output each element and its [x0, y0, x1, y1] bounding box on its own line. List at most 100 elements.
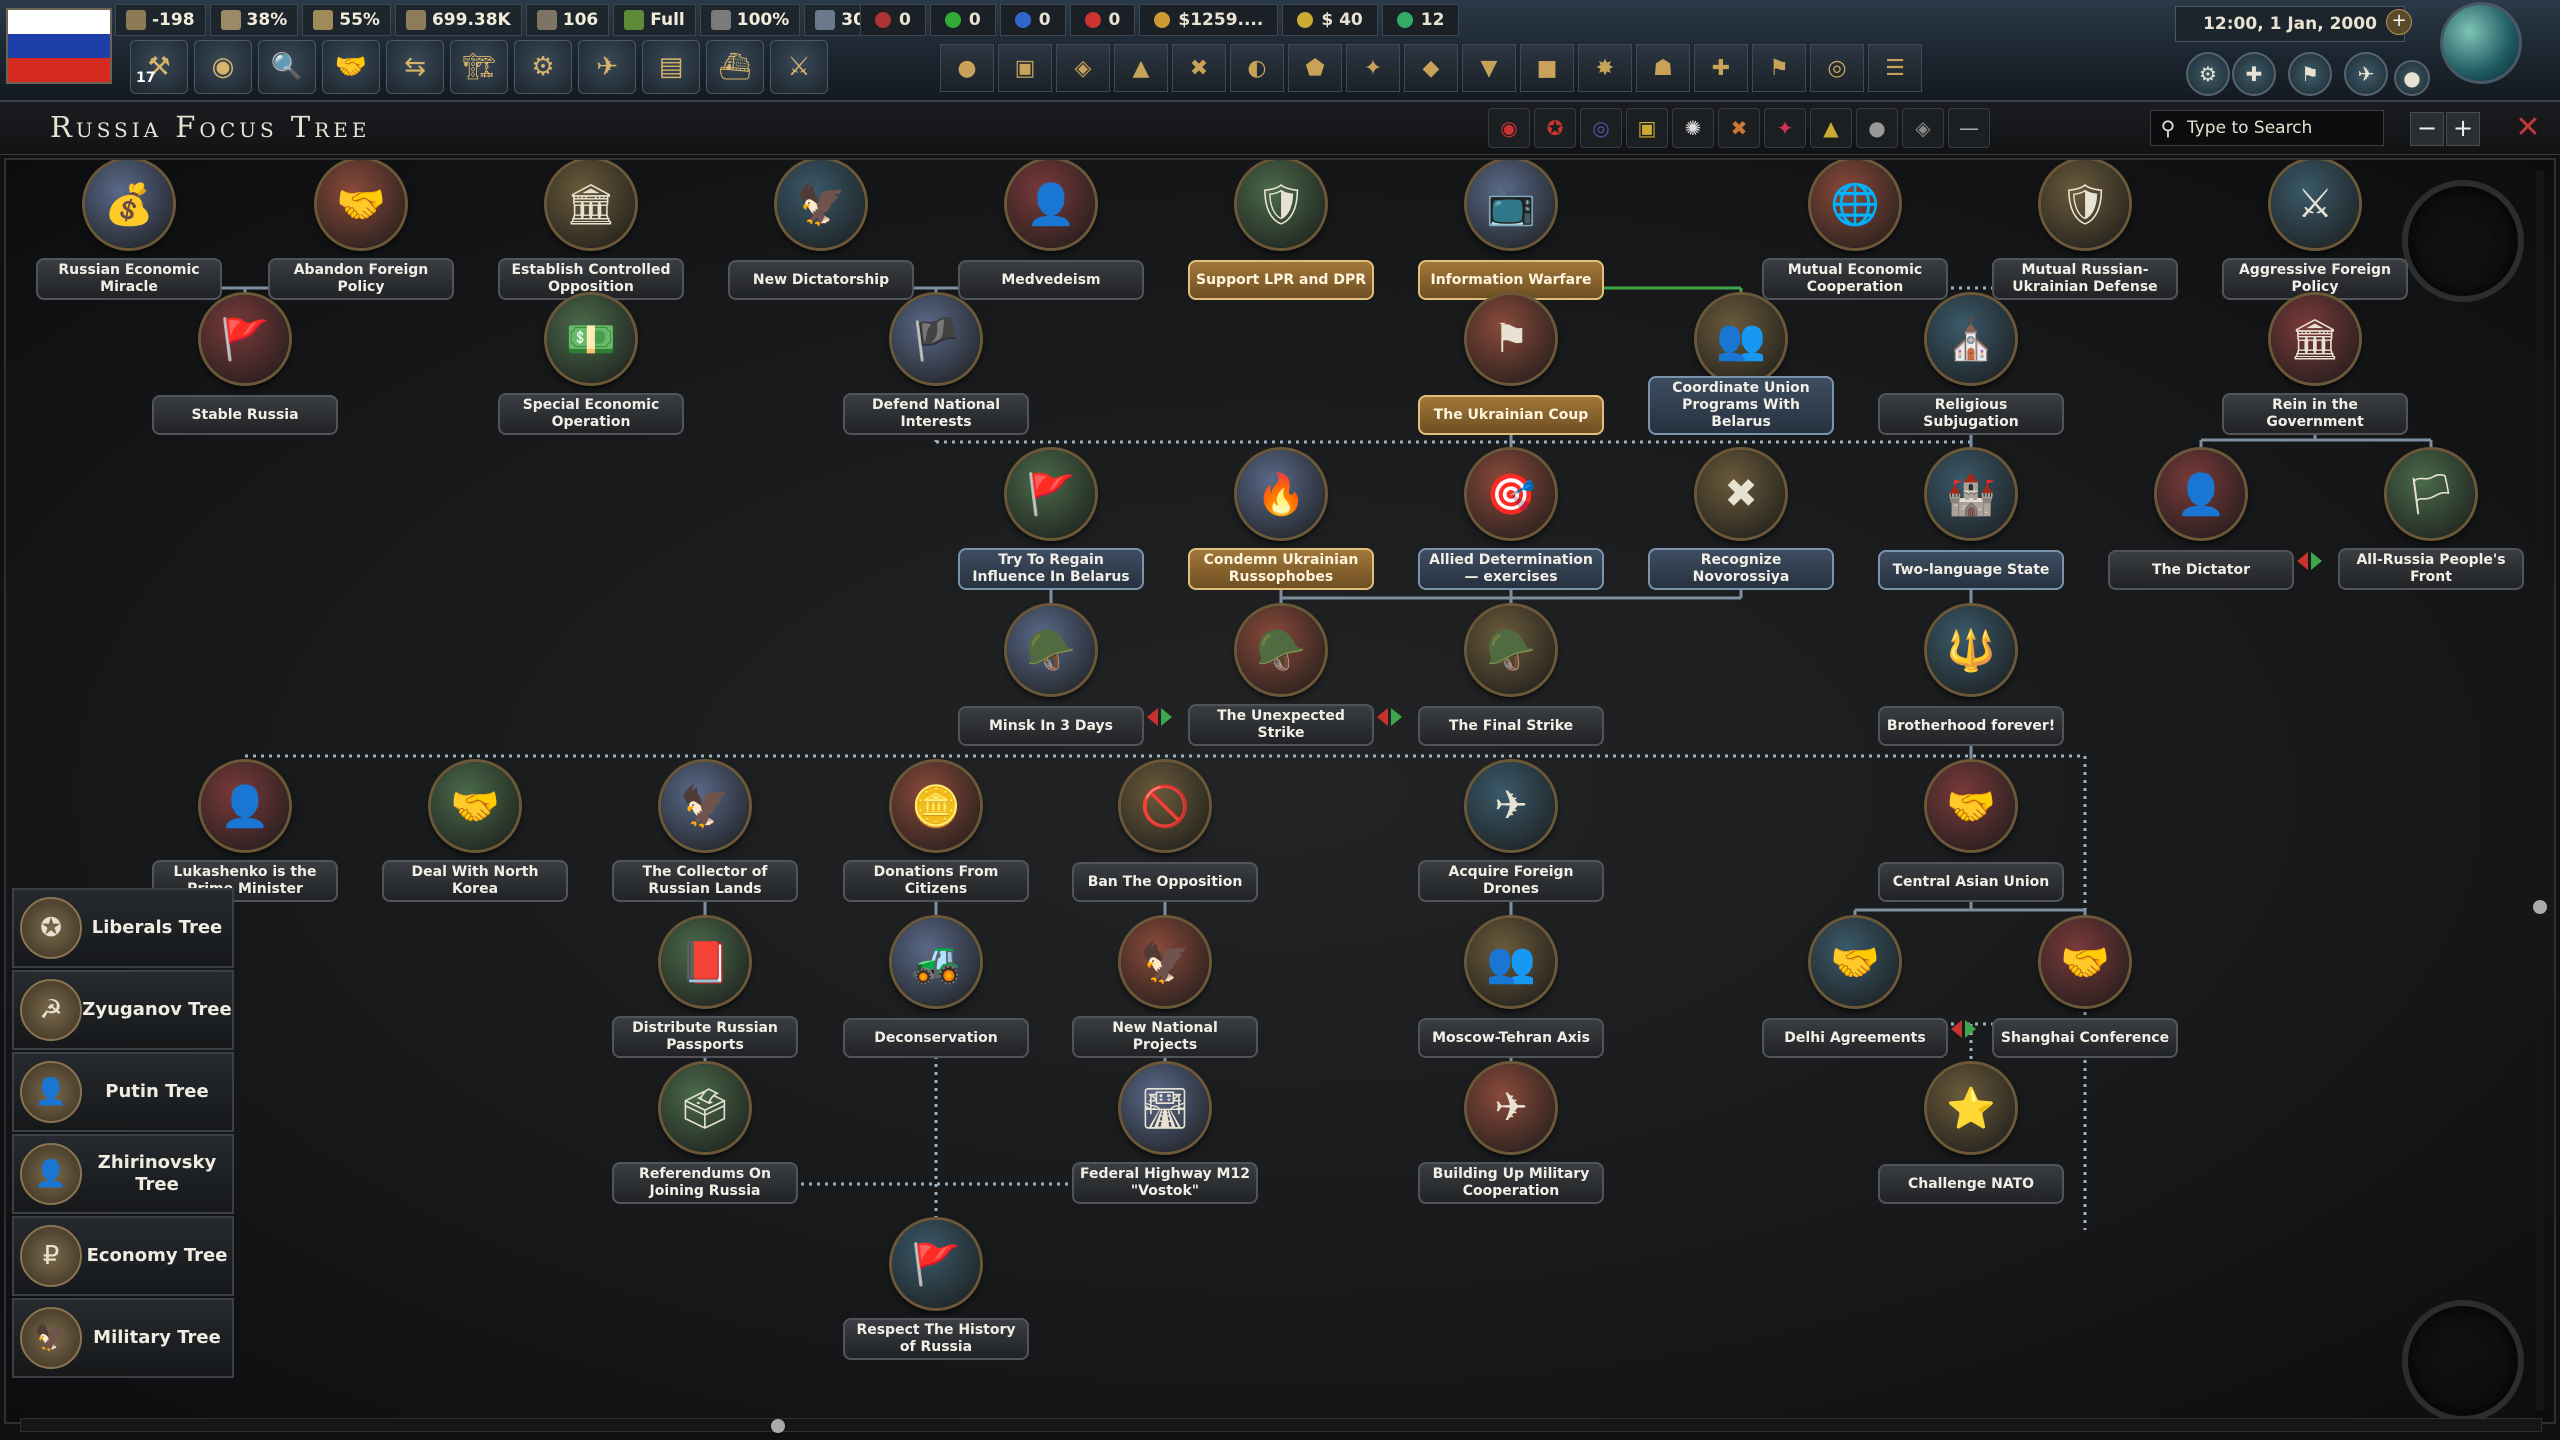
filter-5-icon[interactable]: ✺ — [1672, 108, 1714, 148]
navy-icon[interactable]: ⛴ — [706, 40, 764, 94]
game-clock[interactable]: 12:00, 1 Jan, 2000 — [2175, 6, 2405, 42]
decision-16-icon[interactable]: ◎ — [1810, 44, 1864, 92]
decision-7-icon[interactable]: ⬟ — [1288, 44, 1342, 92]
focus-node[interactable]: 🤝 Delhi Agreements — [1762, 918, 1948, 1058]
resource-3[interactable]: 699.38K — [394, 4, 522, 36]
speed-up-button[interactable]: + — [2386, 9, 2412, 35]
decision-2-icon[interactable]: ▣ — [998, 44, 1052, 92]
focus-node[interactable]: 🗳 Referendums On Joining Russia — [612, 1064, 798, 1204]
sidebar-item-military[interactable]: 🦅 Military Tree — [12, 1298, 234, 1378]
focus-node[interactable]: 🏰 Two-language State — [1878, 450, 2064, 590]
decision-13-icon[interactable]: ☗ — [1636, 44, 1690, 92]
decision-14-icon[interactable]: ✚ — [1694, 44, 1748, 92]
logistics-icon[interactable]: ▤ — [642, 40, 700, 94]
resource2-6[interactable]: 12 — [1381, 4, 1460, 36]
diplomacy-icon[interactable]: 🤝 — [322, 40, 380, 94]
decision-10-icon[interactable]: ▼ — [1462, 44, 1516, 92]
decision-17-icon[interactable]: ☰ — [1868, 44, 1922, 92]
resource-4[interactable]: 106 — [525, 4, 610, 36]
focus-node[interactable]: 💰 Russian Economic Miracle — [36, 160, 222, 300]
resource-0[interactable]: -198 — [115, 4, 206, 36]
focus-node[interactable]: ⭐ Challenge NATO — [1878, 1064, 2064, 1204]
resource2-0[interactable]: 0 — [860, 4, 926, 36]
resource-2[interactable]: 55% — [302, 4, 391, 36]
decision-11-icon[interactable]: ■ — [1520, 44, 1574, 92]
decision-6-icon[interactable]: ◐ — [1230, 44, 1284, 92]
focus-node[interactable]: 🛣 Federal Highway M12 "Vostok" — [1072, 1064, 1258, 1204]
focus-node[interactable]: 🪖 The Final Strike — [1418, 606, 1604, 746]
sidebar-item-economy[interactable]: ₽ Economy Tree — [12, 1216, 234, 1296]
decision-3-icon[interactable]: ◈ — [1056, 44, 1110, 92]
filter-4-icon[interactable]: ▣ — [1626, 108, 1668, 148]
resource-1[interactable]: 38% — [209, 4, 299, 36]
focus-node[interactable]: 🔱 Brotherhood forever! — [1878, 606, 2064, 746]
focus-node[interactable]: ✖ Recognize Novorossiya — [1648, 450, 1834, 590]
focus-node[interactable]: 🏛 Establish Controlled Opposition — [498, 160, 684, 300]
resource2-2[interactable]: 0 — [999, 4, 1066, 36]
army-icon[interactable]: ⚔ — [770, 40, 828, 94]
focus-node[interactable]: 👤 Medvedeism — [958, 160, 1144, 300]
close-button[interactable]: ✕ — [2512, 112, 2544, 144]
air-icon[interactable]: ✈ — [578, 40, 636, 94]
intelligence-icon[interactable]: ◉ — [194, 40, 252, 94]
focus-tree-canvas[interactable]: 💰 Russian Economic Miracle 🤝 Abandon Foreig… — [4, 158, 2556, 1424]
alert-4-icon[interactable]: ✈ — [2344, 52, 2388, 96]
focus-node[interactable]: 🚩 Try To Regain Influence In Belarus — [958, 450, 1144, 590]
resource2-4[interactable]: $1259.... — [1139, 4, 1279, 36]
decision-1-icon[interactable]: ● — [940, 44, 994, 92]
resource2-5[interactable]: $ 40 — [1282, 4, 1378, 36]
sidebar-item-zyuganov[interactable]: ☭ Zyuganov Tree — [12, 970, 234, 1050]
resource-6[interactable]: 100% — [699, 4, 801, 36]
focus-node[interactable]: 🔥 Condemn Ukrainian Russophobes — [1188, 450, 1374, 590]
focus-node[interactable]: 🏴 Defend National Interests — [843, 295, 1029, 435]
alert-5-icon[interactable]: ● — [2394, 60, 2430, 96]
sidebar-item-liberals[interactable]: ✪ Liberals Tree — [12, 888, 234, 968]
focus-node[interactable]: 🤝 Deal With North Korea — [382, 762, 568, 902]
focus-node[interactable]: 🦅 New National Projects — [1072, 918, 1258, 1058]
focus-node[interactable]: ✈ Building Up Military Cooperation — [1418, 1064, 1604, 1204]
sidebar-item-putin[interactable]: 👤 Putin Tree — [12, 1052, 234, 1132]
focus-node[interactable]: 🏳 All-Russia People's Front — [2338, 450, 2524, 590]
focus-node[interactable]: 🤝 Shanghai Conference — [1992, 918, 2178, 1058]
focus-node[interactable]: 🌐 Mutual Economic Cooperation — [1762, 160, 1948, 300]
focus-node[interactable]: 🤝 Central Asian Union — [1878, 762, 2064, 902]
focus-node[interactable]: ⛪ Religious Subjugation — [1878, 295, 2064, 435]
filter-2-icon[interactable]: ✪ — [1534, 108, 1576, 148]
search-input[interactable] — [2185, 117, 2379, 139]
focus-node[interactable]: 🪖 The Unexpected Strike — [1188, 606, 1374, 746]
construction-icon[interactable]: 🏗 — [450, 40, 508, 94]
search-box[interactable]: ⚲ — [2150, 110, 2384, 146]
focus-node[interactable]: 👥 Coordinate Union Programs With Belarus — [1648, 295, 1834, 435]
decision-9-icon[interactable]: ◆ — [1404, 44, 1458, 92]
vertical-scroll-thumb[interactable] — [2533, 900, 2547, 914]
focus-node[interactable]: 💵 Special Economic Operation — [498, 295, 684, 435]
alert-3-icon[interactable]: ⚑ — [2288, 52, 2332, 96]
focus-node[interactable]: 🏛 Rein in the Government — [2222, 295, 2408, 435]
resource-5[interactable]: Full — [613, 4, 696, 36]
focus-node[interactable]: 🪖 Minsk In 3 Days — [958, 606, 1144, 746]
focus-node[interactable]: 🦅 The Collector of Russian Lands — [612, 762, 798, 902]
filter-1-icon[interactable]: ◉ — [1488, 108, 1530, 148]
horizontal-scroll-thumb[interactable] — [771, 1419, 785, 1433]
focus-node[interactable]: 🛡 Support LPR and DPR — [1188, 160, 1374, 300]
focus-node[interactable]: 🚫 Ban The Opposition — [1072, 762, 1258, 902]
filter-3-icon[interactable]: ◎ — [1580, 108, 1622, 148]
zoom-in-button[interactable]: + — [2446, 112, 2480, 146]
focus-node[interactable]: 🦅 New Dictatorship — [728, 160, 914, 300]
filter-6-icon[interactable]: ✖ — [1718, 108, 1760, 148]
focus-node[interactable]: 🚩 Stable Russia — [152, 295, 338, 435]
decision-4-icon[interactable]: ▲ — [1114, 44, 1168, 92]
research-icon[interactable]: 🔍 — [258, 40, 316, 94]
focus-node[interactable]: 🛡 Mutual Russian-Ukrainian Defense — [1992, 160, 2178, 300]
filter-9-icon[interactable]: ● — [1856, 108, 1898, 148]
country-flag[interactable] — [6, 8, 112, 84]
focus-node[interactable]: 👤 Lukashenko is the Prime Minister — [152, 762, 338, 902]
trade-icon[interactable]: ⇆ — [386, 40, 444, 94]
focus-node[interactable]: 👥 Moscow-Tehran Axis — [1418, 918, 1604, 1058]
decision-8-icon[interactable]: ✦ — [1346, 44, 1400, 92]
globe-icon[interactable] — [2440, 2, 2522, 84]
focus-node[interactable]: 🪙 Donations From Citizens — [843, 762, 1029, 902]
focus-node[interactable]: 🚜 Deconservation — [843, 918, 1029, 1058]
filter-11-icon[interactable]: — — [1948, 108, 1990, 148]
decision-5-icon[interactable]: ✖ — [1172, 44, 1226, 92]
